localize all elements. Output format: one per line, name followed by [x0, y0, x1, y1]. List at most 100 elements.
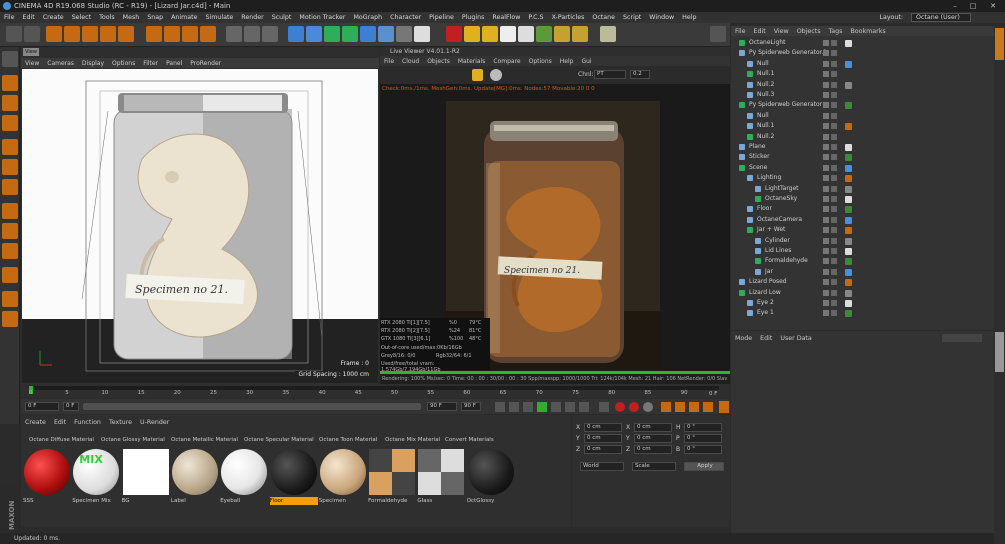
octane-sky-icon[interactable] [536, 26, 552, 42]
menu-octane[interactable]: Octane [588, 12, 619, 23]
record-icon[interactable] [615, 402, 625, 412]
object-row[interactable]: Null.1 [731, 69, 994, 79]
vp-menu-view[interactable]: View [21, 60, 43, 67]
object-tag-icon[interactable] [845, 268, 852, 276]
enable-toggle[interactable] [831, 248, 837, 254]
attr-menu-user-data[interactable]: User Data [776, 335, 815, 342]
enable-toggle[interactable] [831, 289, 837, 296]
coord-value-field[interactable]: 0 ° [684, 434, 722, 443]
end-frame-field[interactable]: 90 F [427, 402, 457, 411]
object-tag-icon[interactable] [845, 185, 852, 193]
visibility-toggle[interactable] [823, 248, 829, 254]
object-tag-icon[interactable] [845, 227, 852, 235]
material-swatch[interactable]: Floor [269, 448, 318, 508]
mat-menu-function[interactable]: Function [70, 419, 105, 426]
light-icon[interactable] [414, 26, 430, 42]
object-row[interactable]: Py Spiderweb Generator.1 [731, 48, 994, 58]
enable-toggle[interactable] [831, 81, 837, 88]
object-row[interactable]: Eye 1 [731, 308, 994, 318]
menu-motion-tracker[interactable]: Motion Tracker [295, 12, 349, 23]
object-tag-icon[interactable] [845, 237, 852, 245]
attr-nav-icons[interactable] [942, 334, 982, 342]
material-swatch[interactable]: Eyeball [220, 448, 268, 508]
maximize-button[interactable]: □ [963, 0, 983, 12]
lv-menu-materials[interactable]: Materials [454, 58, 490, 65]
visibility-toggle[interactable] [823, 300, 829, 306]
enable-toggle[interactable] [831, 102, 837, 109]
object-tag-icon[interactable] [845, 164, 852, 172]
preset-mix[interactable]: Octane Mix Material [385, 437, 440, 443]
attributes-tab[interactable] [995, 332, 1004, 372]
enable-toggle[interactable] [831, 185, 837, 192]
mat-menu-u-render[interactable]: U-Render [136, 419, 173, 426]
coordinate-system-icon[interactable] [200, 26, 216, 42]
lv-menu-options[interactable]: Options [525, 58, 556, 65]
object-tag-icon[interactable] [845, 175, 852, 183]
visibility-toggle[interactable] [823, 258, 829, 265]
play-icon[interactable] [537, 402, 547, 412]
menu-help[interactable]: Help [678, 12, 700, 23]
object-tag-icon[interactable] [845, 310, 852, 318]
material-swatch[interactable]: OctGlossy [467, 448, 515, 508]
points-mode-icon[interactable] [2, 139, 18, 155]
octane-material-icon[interactable] [572, 26, 588, 42]
enable-toggle[interactable] [831, 112, 837, 119]
object-tag-icon[interactable] [845, 123, 852, 131]
vp-menu-filter[interactable]: Filter [139, 60, 162, 67]
snap-icon[interactable] [2, 243, 18, 259]
render-settings-icon[interactable] [262, 26, 278, 42]
coord-value-field[interactable]: 0 cm [584, 434, 622, 443]
enable-toggle[interactable] [831, 196, 837, 202]
camera-icon[interactable] [396, 26, 412, 42]
menu-window[interactable]: Window [645, 12, 678, 23]
enable-toggle[interactable] [831, 216, 837, 223]
visibility-toggle[interactable] [823, 40, 829, 46]
object-tag-icon[interactable] [845, 248, 852, 255]
menu-sculpt[interactable]: Sculpt [268, 12, 296, 23]
close-button[interactable]: ✕ [983, 0, 1003, 12]
attr-menu-mode[interactable]: Mode [731, 335, 756, 342]
coord-value-field[interactable]: 0 ° [684, 423, 722, 432]
x-axis-icon[interactable] [146, 26, 162, 42]
object-row[interactable]: OctaneSky [731, 194, 994, 204]
deformer-icon[interactable] [360, 26, 376, 42]
object-row[interactable]: Null.1 [731, 121, 994, 131]
enable-toggle[interactable] [831, 227, 837, 234]
zoom-field[interactable]: 0.2 [630, 70, 650, 79]
preset-metallic[interactable]: Octane Metallic Material [171, 437, 238, 443]
scale-tool-icon[interactable] [82, 26, 98, 42]
menu-plugins[interactable]: Plugins [458, 12, 489, 23]
enable-toggle[interactable] [831, 50, 837, 57]
preset-diffuse[interactable]: Octane Diffuse Material [29, 437, 94, 443]
autokey-icon[interactable] [629, 402, 639, 412]
view-tab[interactable]: View [23, 48, 39, 56]
object-row[interactable]: Scene [731, 163, 994, 173]
vp-menu-display[interactable]: Display [78, 60, 108, 67]
redo-icon[interactable] [24, 26, 40, 42]
viewport-canvas[interactable]: Specimen no 21. Frame : 0 Grid Spacing :… [22, 69, 378, 383]
visibility-toggle[interactable] [823, 227, 829, 234]
visibility-toggle[interactable] [823, 196, 829, 202]
object-tag-icon[interactable] [845, 300, 852, 307]
object-row[interactable]: OctaneCamera [731, 215, 994, 225]
object-row[interactable]: Plane [731, 142, 994, 152]
object-tag-icon[interactable] [845, 279, 852, 287]
object-row[interactable]: Lizard Low [731, 288, 994, 298]
timeline-menu-icon[interactable] [719, 401, 729, 413]
objects-tab[interactable] [995, 28, 1004, 60]
axis-mode-icon[interactable] [2, 203, 18, 219]
tweak-mode-icon[interactable] [2, 223, 18, 239]
octane-sun-icon[interactable] [464, 26, 480, 42]
object-row[interactable]: Jar [731, 267, 994, 277]
next-frame-icon[interactable] [551, 402, 561, 412]
menu-pcs[interactable]: P.C.S [524, 12, 547, 23]
coord-value-field[interactable]: 0 cm [634, 434, 672, 443]
preset-glossy[interactable]: Octane Glossy Material [101, 437, 165, 443]
visibility-toggle[interactable] [823, 92, 829, 98]
visibility-toggle[interactable] [823, 164, 829, 171]
menu-snap[interactable]: Snap [143, 12, 167, 23]
position-key-icon[interactable] [661, 402, 671, 412]
lv-menu-gui[interactable]: Gui [577, 58, 595, 65]
grid-snap-icon[interactable] [2, 311, 18, 327]
object-tag-icon[interactable] [845, 258, 852, 266]
